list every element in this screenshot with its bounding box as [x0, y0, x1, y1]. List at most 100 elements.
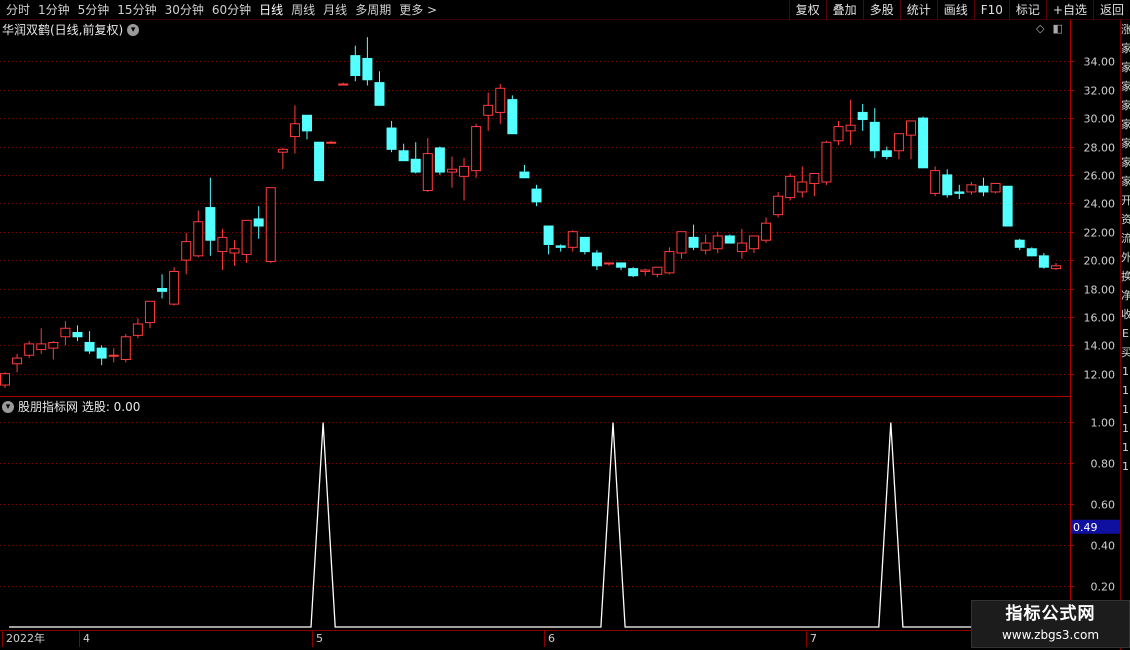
- candle-body: [24, 343, 35, 356]
- y-tick-label: 24.00: [1084, 198, 1116, 211]
- info-strip-char: 1: [1122, 403, 1129, 416]
- candle-body: [785, 175, 796, 199]
- candle-body: [748, 235, 759, 250]
- candle-body: [217, 236, 228, 253]
- y-tick-label: 1.00: [1091, 417, 1116, 430]
- candle-body: [942, 174, 953, 196]
- date-label: 4: [79, 631, 90, 647]
- candle-body: [604, 262, 614, 265]
- candle-body: [712, 235, 723, 250]
- candle-body: [579, 236, 590, 253]
- y-tick-label: 0.20: [1091, 581, 1116, 594]
- candle-body: [0, 373, 10, 386]
- candle-body: [700, 242, 711, 251]
- candle-body: [906, 120, 916, 136]
- info-strip-char: 1: [1122, 384, 1129, 397]
- candle-body: [519, 171, 530, 179]
- candle-body: [507, 99, 518, 135]
- signal-series-line: [9, 422, 1072, 628]
- info-strip-char: 家: [1121, 115, 1130, 134]
- info-strip-char: 流: [1121, 229, 1130, 248]
- date-label: 5: [312, 631, 323, 647]
- candle-body: [1050, 265, 1061, 270]
- candle-body: [845, 124, 856, 132]
- candle-body: [616, 262, 627, 268]
- candle-body: [374, 82, 385, 106]
- y-tick-label: 14.00: [1084, 340, 1116, 353]
- candle-body: [108, 354, 119, 357]
- candle-body: [193, 221, 204, 257]
- y-tick-label: 12.00: [1084, 369, 1116, 382]
- info-strip-char: 收: [1121, 305, 1130, 324]
- candle-body: [591, 252, 602, 267]
- candle-body: [543, 225, 554, 245]
- y-tick-label: 34.00: [1084, 56, 1116, 69]
- candle-body: [410, 158, 421, 173]
- candle-body: [277, 148, 288, 153]
- candle-body: [289, 123, 300, 138]
- info-strip-char: 家: [1121, 134, 1130, 153]
- candle-body: [1026, 248, 1037, 257]
- candle-body: [857, 111, 868, 121]
- candle-body: [1038, 255, 1049, 268]
- info-strip-char: 买: [1121, 343, 1130, 362]
- candle-body: [954, 191, 965, 194]
- candle-body: [761, 222, 772, 241]
- candle-body: [60, 327, 71, 338]
- y-tick-label: 0.80: [1091, 458, 1116, 471]
- candle-body: [181, 241, 192, 261]
- candle-body: [869, 121, 880, 152]
- y-tick-label: 0.60: [1091, 499, 1116, 512]
- candle-body: [362, 57, 373, 81]
- y-tick-label: 0.40: [1091, 540, 1116, 553]
- info-strip-char: 1: [1122, 422, 1129, 435]
- candle-body: [434, 147, 445, 173]
- info-strip-char: 换: [1121, 267, 1130, 286]
- candle-body: [531, 188, 542, 203]
- candle-body: [664, 251, 675, 274]
- candle-body: [990, 182, 1001, 193]
- candle-body: [797, 181, 808, 193]
- candle-body: [471, 126, 482, 172]
- candle-body: [169, 270, 180, 305]
- candle-body: [326, 141, 337, 144]
- info-strip-char: 1: [1122, 441, 1129, 454]
- candle-body: [84, 341, 95, 352]
- date-label: 6: [544, 631, 555, 647]
- y-tick-label: 20.00: [1084, 255, 1116, 268]
- candle-body: [821, 141, 832, 183]
- date-label: 2022年: [2, 631, 45, 647]
- info-strip-char: 家: [1121, 58, 1130, 77]
- candle-body: [386, 127, 397, 150]
- candle-body: [96, 347, 107, 359]
- chart-canvas[interactable]: 34.00 32.00 30.00 28.00 26.00 24.00 22.00 20.00…: [0, 0, 1130, 650]
- candle-body: [918, 117, 929, 169]
- info-strip-char: 净: [1121, 286, 1130, 305]
- info-strip-char: 家: [1121, 172, 1130, 191]
- candle-body: [555, 245, 566, 248]
- info-strip-char: 家: [1121, 77, 1130, 96]
- candle-body: [809, 172, 820, 184]
- info-strip-char: 涨: [1121, 20, 1130, 39]
- y-tick-label: 16.00: [1084, 312, 1116, 325]
- info-strip-char: 资: [1121, 210, 1130, 229]
- watermark: 指标公式网 www.zbgs3.com: [971, 600, 1130, 648]
- candle-body: [229, 248, 240, 254]
- candle-body: [652, 266, 663, 275]
- candle-body: [398, 150, 409, 162]
- candle-body: [1014, 239, 1025, 248]
- candle-body: [833, 126, 844, 142]
- candle-body: [966, 184, 977, 193]
- candle-body: [350, 55, 361, 76]
- candle-body: [314, 141, 325, 182]
- info-strip-char: 1: [1122, 460, 1129, 473]
- candle-body: [120, 336, 131, 360]
- candle-body: [773, 195, 784, 216]
- candle-body: [688, 236, 699, 248]
- candle-body: [36, 343, 47, 351]
- candle-body: [302, 114, 312, 132]
- candle-body: [881, 150, 892, 157]
- y-tick-label: 30.00: [1084, 113, 1116, 126]
- candle-body: [724, 235, 735, 244]
- candle-body: [253, 218, 264, 227]
